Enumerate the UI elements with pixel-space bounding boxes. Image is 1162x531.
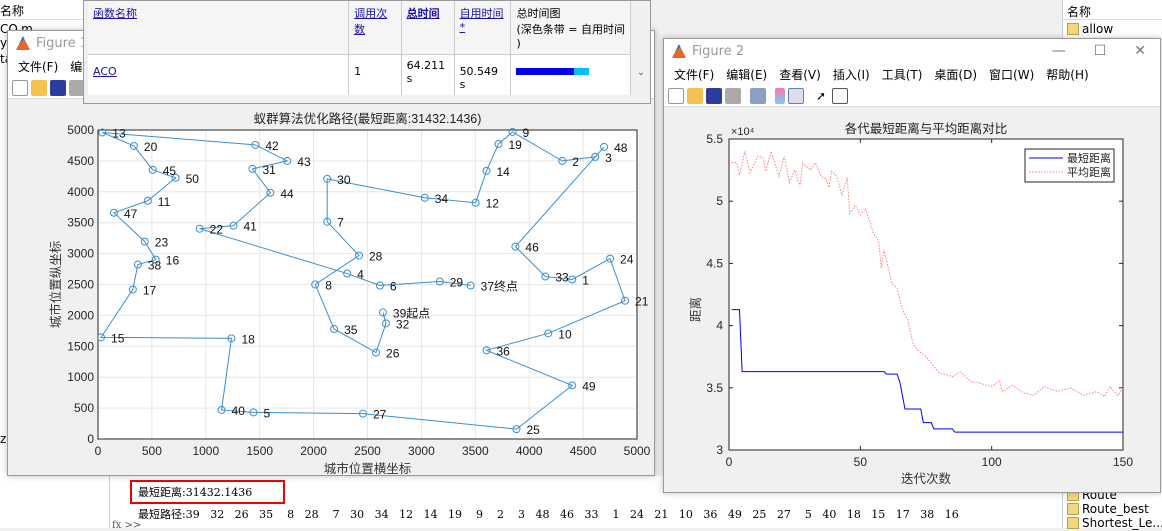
table-row: ACO 1 64.211 s 50.549 s (88, 54, 631, 95)
command-prompt[interactable]: fx >> (112, 520, 141, 531)
profiler-table: 函数名称 调用次数 总时间 自用时间* 总时间图 (深色条带 = 自用时间) AC… (88, 1, 631, 95)
menu-window[interactable]: 窗口(W) (989, 66, 1034, 83)
workspace-header[interactable]: 名称 (1063, 0, 1162, 20)
print-icon[interactable] (725, 87, 741, 104)
menu-view[interactable]: 查看(V) (779, 66, 821, 83)
pointer-icon[interactable]: ➚ (813, 88, 829, 104)
figure2-titlebar[interactable]: Figure 2 — ☐ ✕ (664, 39, 1160, 63)
menu-file[interactable]: 文件(F) (674, 66, 714, 83)
matrix-icon (1067, 503, 1079, 515)
self-time-value: 50.549 s (454, 54, 512, 95)
profiler-scrollbar[interactable]: ⌄ (632, 1, 650, 83)
menu-insert[interactable]: 插入(I) (833, 66, 870, 83)
open-folder-icon[interactable] (687, 87, 703, 104)
shortest-route-output: 最短路径:39 32 26 35 8 28 7 30 34 12 14 19 9… (138, 508, 959, 521)
new-file-icon[interactable] (12, 79, 28, 96)
matrix-icon (1067, 517, 1079, 529)
figure2-window: Figure 2 — ☐ ✕ 文件(F) 编辑(E) 查看(V) 插入(I) 工具(… (663, 38, 1161, 493)
col-plot-note: (深色条带 = 自用时间 (516, 23, 625, 36)
menu-tools[interactable]: 工具(T) (882, 66, 923, 83)
menu-edit[interactable]: 编辑(E) (726, 66, 767, 83)
menu-help[interactable]: 帮助(H) (1046, 66, 1088, 83)
col-total-time-plot: 总时间图 (516, 7, 561, 20)
calls-value: 1 (348, 54, 402, 95)
col-calls[interactable]: 调用次数 (354, 7, 387, 36)
colorbar-icon[interactable] (775, 87, 785, 104)
col-total-time[interactable]: 总时间 (407, 7, 440, 20)
close-icon[interactable]: ✕ (1134, 43, 1146, 59)
figure2-toolbar: ➚ (664, 85, 1160, 107)
workspace-var-allow[interactable]: allow (1067, 22, 1113, 36)
menu-desktop[interactable]: 桌面(D) (934, 66, 977, 83)
col-plot-note-end: ) (516, 37, 521, 50)
total-time-value: 64.211 s (401, 54, 455, 95)
save-icon[interactable] (706, 87, 722, 104)
shortest-distance-output: 最短距离:31432.1436 (130, 480, 285, 504)
menu-file[interactable]: 文件(F) (18, 58, 58, 75)
time-bar (516, 68, 590, 75)
minimize-icon[interactable]: — (1052, 43, 1066, 59)
maximize-icon[interactable]: ☐ (1094, 43, 1107, 59)
col-self-time[interactable]: 自用时间* (460, 7, 504, 34)
matlab-logo-icon (16, 36, 30, 50)
function-link-aco[interactable]: ACO (93, 65, 117, 78)
new-file-icon[interactable] (668, 87, 684, 104)
property-editor-icon[interactable] (832, 87, 848, 104)
col-function-name[interactable]: 函数名称 (93, 7, 137, 20)
matrix-icon (1067, 23, 1079, 35)
legend-icon[interactable] (788, 87, 804, 104)
self-time-bar (516, 68, 574, 75)
matlab-logo-icon (672, 44, 686, 58)
figure2-menubar: 文件(F) 编辑(E) 查看(V) 插入(I) 工具(T) 桌面(D) 窗口(W… (664, 63, 1160, 85)
open-folder-icon[interactable] (31, 79, 47, 96)
save-icon[interactable] (50, 79, 66, 96)
workspace-var-route-best[interactable]: Route_best (1067, 502, 1149, 516)
link-plot-icon[interactable] (750, 87, 766, 104)
profiler-panel: 函数名称 调用次数 总时间 自用时间* 总时间图 (深色条带 = 自用时间) AC… (83, 0, 651, 104)
